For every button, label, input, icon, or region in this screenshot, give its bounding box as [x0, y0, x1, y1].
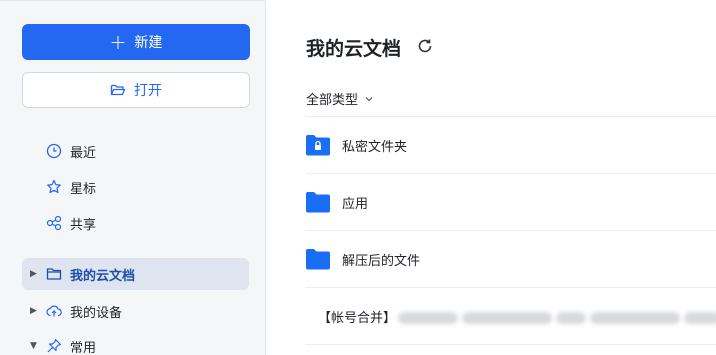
file-name: 应用 — [342, 196, 369, 212]
file-row[interactable]: 私密文件夹 — [306, 117, 716, 174]
redacted-text — [590, 312, 681, 324]
file-name: 私密文件夹 — [342, 139, 408, 155]
redacted-text — [684, 312, 716, 324]
redacted-text — [556, 312, 587, 324]
sidebar-item-my-cloud-docs[interactable]: ▶ 我的云文档 — [22, 258, 249, 290]
file-name: 【帐号合并】5 — [318, 307, 716, 326]
folder-open-icon — [110, 84, 126, 96]
file-row[interactable]: 应用 — [306, 174, 716, 231]
type-filter-dropdown[interactable]: 全部类型 — [306, 89, 374, 108]
file-name-prefix: 【帐号合并】 — [318, 310, 397, 326]
star-icon — [47, 179, 61, 194]
new-button-label: 新建 — [134, 35, 163, 51]
share-icon — [46, 215, 62, 231]
sidebar-item-label: 我的设备 — [70, 305, 123, 321]
new-button[interactable]: + 新建 — [22, 24, 250, 60]
sidebar-item-starred[interactable]: 星标 — [46, 175, 96, 199]
locked-folder-icon — [306, 135, 330, 156]
open-button-label: 打开 — [134, 83, 162, 99]
type-filter-label: 全部类型 — [306, 93, 359, 108]
redacted-text — [462, 312, 553, 324]
folder-icon — [306, 249, 330, 270]
sidebar-item-recent[interactable]: 最近 — [46, 139, 96, 163]
page-title: 我的云文档 — [306, 38, 402, 60]
plus-icon: + — [109, 30, 127, 54]
folder-icon — [306, 192, 330, 213]
sidebar-item-label: 常用 — [70, 340, 97, 355]
caret-right-icon[interactable]: ▶ — [30, 306, 46, 316]
file-row[interactable]: 解压后的文件 — [306, 231, 716, 288]
pin-icon — [47, 338, 62, 353]
sidebar: + 新建 打开 最近 星标 共享 ▶ 我的云文档 ▶ 我的设备 ▼ 常用 — [0, 0, 266, 355]
open-button[interactable]: 打开 — [22, 72, 250, 108]
file-row[interactable]: 【帐号合并】5 — [306, 288, 716, 345]
sidebar-item-label: 我的云文档 — [70, 268, 136, 284]
sidebar-item-shared[interactable]: 共享 — [46, 211, 96, 235]
refresh-icon[interactable] — [416, 37, 434, 55]
cloud-upload-icon — [46, 305, 62, 317]
redacted-text — [398, 312, 459, 324]
sidebar-item-label: 星标 — [70, 181, 97, 197]
clock-icon — [46, 143, 62, 159]
sidebar-item-label: 最近 — [70, 145, 97, 161]
file-name: 解压后的文件 — [342, 253, 421, 269]
chevron-down-icon — [365, 96, 373, 101]
folder-icon — [46, 268, 62, 280]
sidebar-item-label: 共享 — [70, 217, 97, 233]
sidebar-item-my-devices[interactable]: ▶ 我的设备 — [22, 295, 249, 327]
caret-down-icon[interactable]: ▼ — [30, 341, 46, 351]
caret-right-icon[interactable]: ▶ — [30, 269, 46, 279]
sidebar-item-frequent[interactable]: ▼ 常用 — [22, 330, 249, 355]
